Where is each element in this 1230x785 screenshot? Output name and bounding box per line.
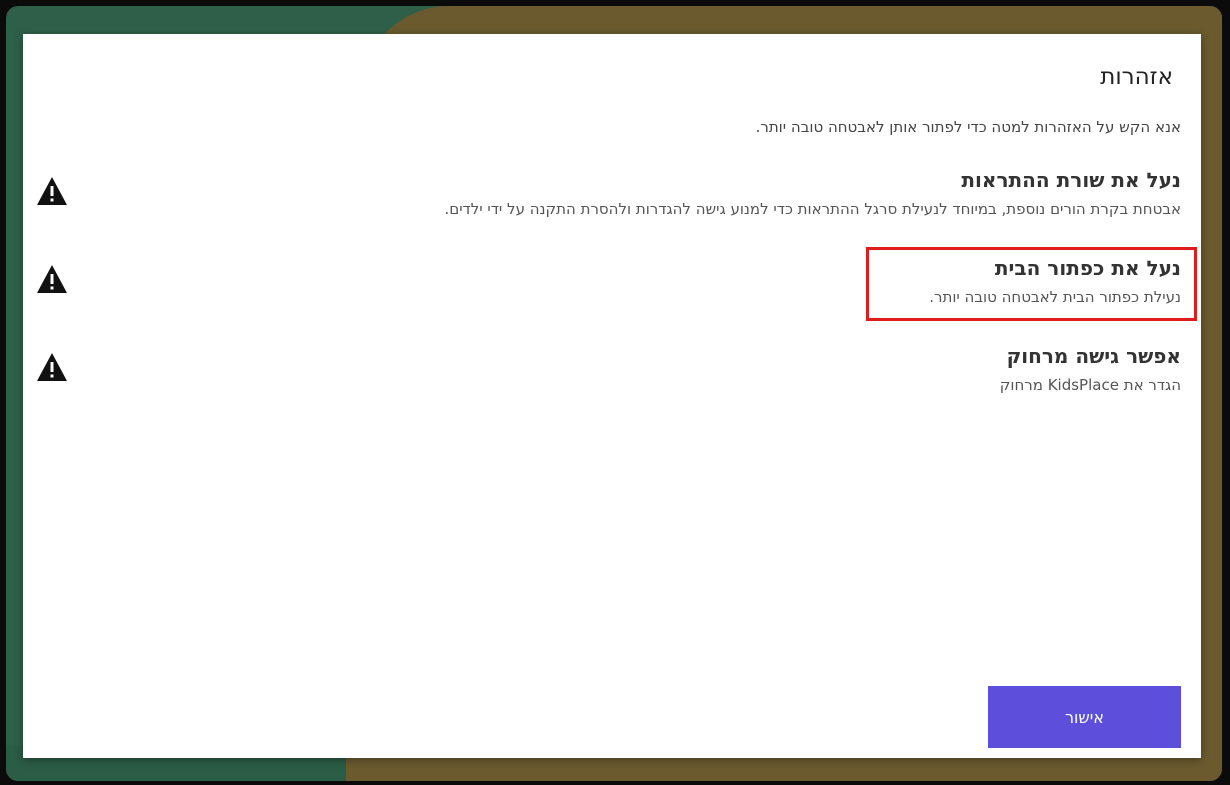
ok-button[interactable]: אישור (988, 686, 1181, 748)
warning-title: אפשר גישה מרחוק (1006, 344, 1181, 368)
warnings-dialog: אזהרות אנא הקש על האזהרות למטה כדי לפתור… (23, 34, 1201, 758)
warning-title: נעל את שורת ההתראות (961, 168, 1181, 192)
dialog-title: אזהרות (1100, 64, 1173, 90)
dialog-instruction: אנא הקש על האזהרות למטה כדי לפתור אותן ל… (755, 118, 1181, 136)
warning-description: הגדר את KidsPlace מרחוק (999, 376, 1181, 394)
device-screen: אזהרות אנא הקש על האזהרות למטה כדי לפתור… (6, 6, 1222, 781)
warning-icon (37, 353, 67, 381)
warning-item-notification-bar[interactable]: נעל את שורת ההתראות אבטחת בקרת הורים נוס… (444, 168, 1181, 218)
warning-icon (37, 177, 67, 205)
highlight-box (866, 247, 1197, 321)
warning-description: אבטחת בקרת הורים נוספת, במיוחד לנעילת סר… (444, 200, 1181, 218)
warning-icon (37, 265, 67, 293)
warning-item-remote-access[interactable]: אפשר גישה מרחוק הגדר את KidsPlace מרחוק (1000, 344, 1181, 394)
